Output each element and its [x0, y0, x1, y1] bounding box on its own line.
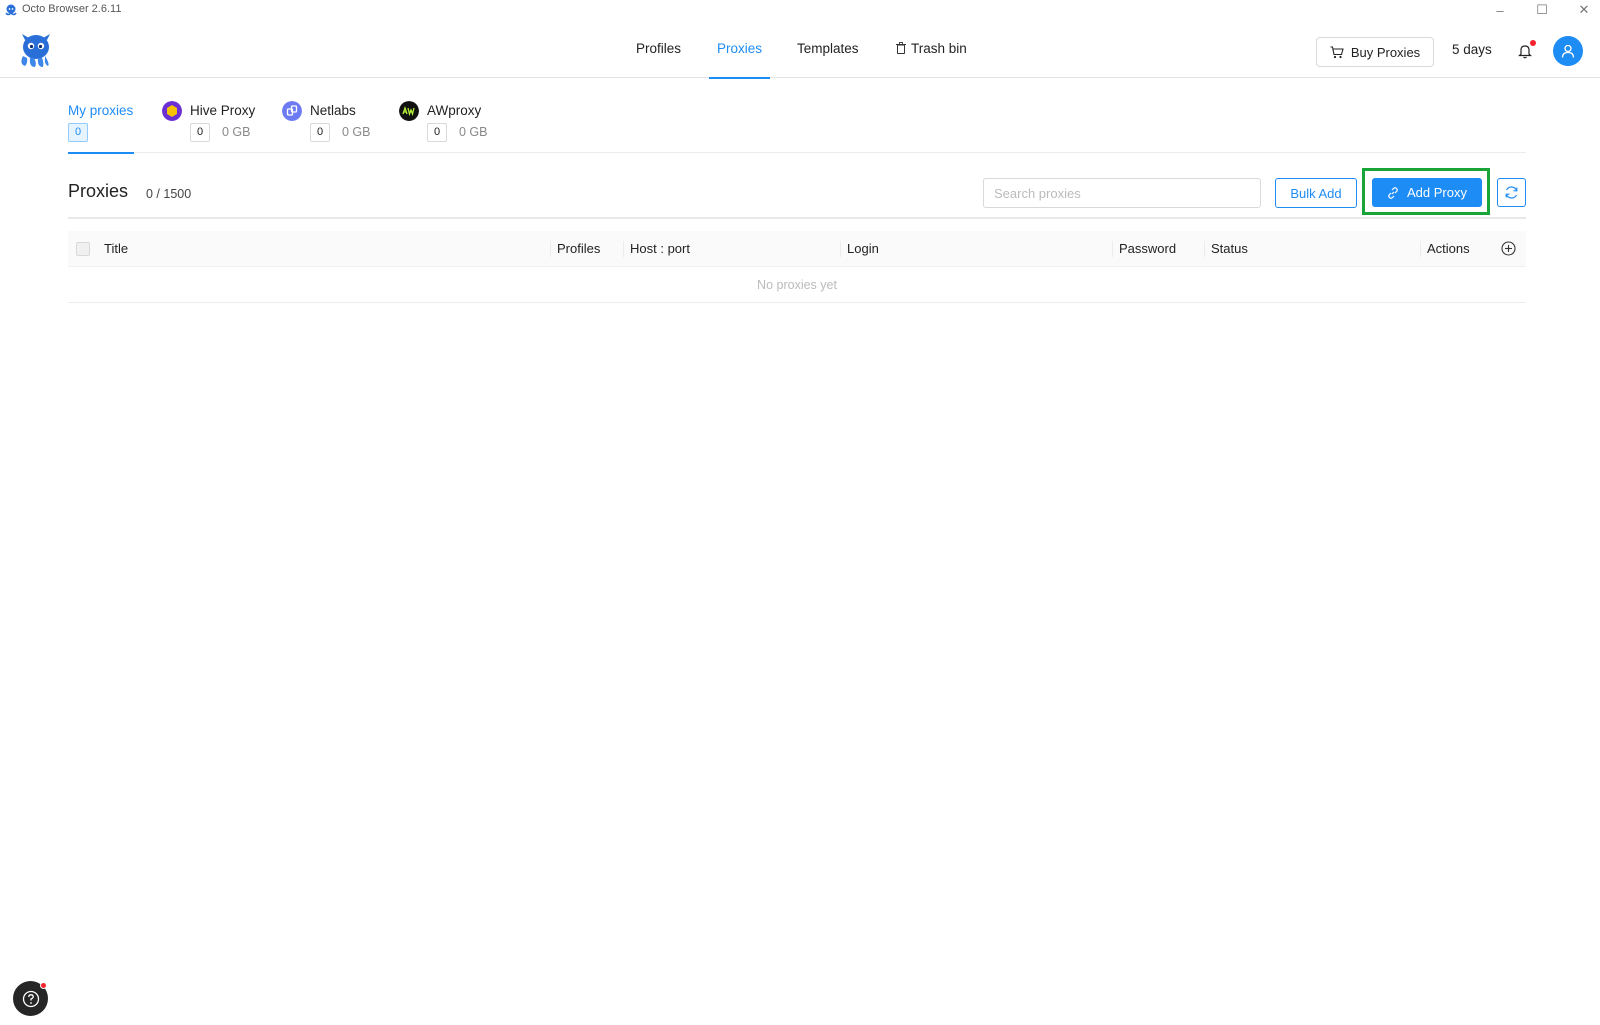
column-divider [623, 241, 624, 257]
avatar[interactable] [1553, 36, 1583, 66]
nav-proxies-label: Proxies [717, 41, 763, 56]
notification-dot [1530, 40, 1536, 46]
nav-templates[interactable]: Templates [797, 20, 859, 78]
column-divider [1204, 241, 1205, 257]
nav-proxies[interactable]: Proxies [708, 20, 771, 79]
tab-awproxy-label: AWproxy [427, 103, 482, 118]
active-tab-indicator [68, 152, 134, 154]
tab-my-proxies-count: 0 [68, 123, 89, 142]
page-title: Proxies [68, 181, 129, 201]
tab-netlabs-label: Netlabs [310, 103, 356, 118]
tab-awproxy-count: 0 [427, 123, 448, 142]
proxies-count: 0 / 1500 [146, 187, 192, 201]
column-divider [1420, 241, 1421, 257]
add-proxy-button[interactable]: Add Proxy [1372, 178, 1482, 207]
add-column-icon[interactable] [1501, 241, 1516, 256]
help-notification-dot [40, 982, 47, 989]
column-title[interactable]: Title [104, 231, 128, 267]
tab-hive-proxy-count: 0 [190, 123, 211, 142]
tab-awproxy[interactable]: AWproxy 0 0 GB [399, 78, 499, 153]
user-icon [1561, 44, 1575, 58]
refresh-icon [1505, 186, 1518, 199]
tab-my-proxies-label: My proxies [68, 103, 134, 118]
maximize-button[interactable]: ☐ [1522, 0, 1562, 20]
column-divider [840, 241, 841, 257]
hive-proxy-icon [162, 101, 182, 121]
window-titlebar: Octo Browser 2.6.11 – ☐ ✕ [0, 0, 1600, 20]
column-divider [1112, 241, 1113, 257]
netlabs-icon [282, 101, 302, 121]
tab-hive-proxy-traffic: 0 GB [222, 125, 251, 139]
table-header: Title Profiles Host : port Login Passwor… [68, 231, 1526, 267]
bell-icon[interactable] [1518, 43, 1532, 59]
tab-netlabs-count: 0 [310, 123, 331, 142]
link-icon [1388, 186, 1398, 199]
column-actions: Actions [1427, 241, 1470, 256]
tab-netlabs[interactable]: Netlabs 0 0 GB [282, 78, 382, 153]
question-icon [22, 990, 39, 1007]
subscription-days: 5 days [1452, 42, 1492, 57]
column-host-port[interactable]: Host : port [630, 231, 690, 267]
add-proxy-label: Add Proxy [1407, 185, 1467, 200]
empty-table-message: No proxies yet [68, 267, 1526, 303]
cart-icon [1330, 45, 1344, 58]
nav-templates-label: Templates [797, 41, 859, 56]
awproxy-icon [399, 101, 419, 121]
app-header: Profiles Proxies Templates Trash bin Buy… [0, 20, 1600, 79]
octo-app-icon [5, 4, 17, 16]
trash-icon [896, 42, 906, 54]
provider-tabs: My proxies 0 Hive Proxy 0 0 GB Netlabs 0… [68, 78, 1526, 154]
column-password[interactable]: Password [1119, 231, 1176, 267]
nav-trash-bin[interactable]: Trash bin [896, 20, 967, 78]
close-button[interactable]: ✕ [1564, 0, 1600, 20]
tab-hive-proxy[interactable]: Hive Proxy 0 0 GB [162, 78, 262, 153]
buy-proxies-label: Buy Proxies [1350, 44, 1421, 60]
bulk-add-button[interactable]: Bulk Add [1275, 178, 1357, 208]
select-all-checkbox[interactable] [76, 242, 90, 256]
tab-netlabs-traffic: 0 GB [342, 125, 371, 139]
nav-profiles[interactable]: Profiles [636, 20, 681, 78]
window-title: Octo Browser 2.6.11 [22, 3, 122, 15]
column-profiles[interactable]: Profiles [557, 231, 600, 267]
nav-profiles-label: Profiles [636, 41, 682, 56]
search-input[interactable] [983, 178, 1261, 208]
toolbar-divider [68, 217, 1526, 219]
tab-awproxy-traffic: 0 GB [459, 125, 488, 139]
tab-my-proxies[interactable]: My proxies 0 [68, 78, 134, 154]
column-status[interactable]: Status [1211, 231, 1248, 267]
column-divider [550, 241, 551, 257]
buy-proxies-button[interactable]: Buy Proxies [1316, 37, 1434, 67]
nav-trash-bin-label: Trash bin [911, 41, 967, 56]
tab-hive-proxy-label: Hive Proxy [190, 103, 256, 118]
refresh-button[interactable] [1497, 178, 1526, 207]
column-login[interactable]: Login [847, 231, 879, 267]
octo-logo[interactable] [16, 30, 56, 68]
minimize-button[interactable]: – [1480, 0, 1520, 20]
